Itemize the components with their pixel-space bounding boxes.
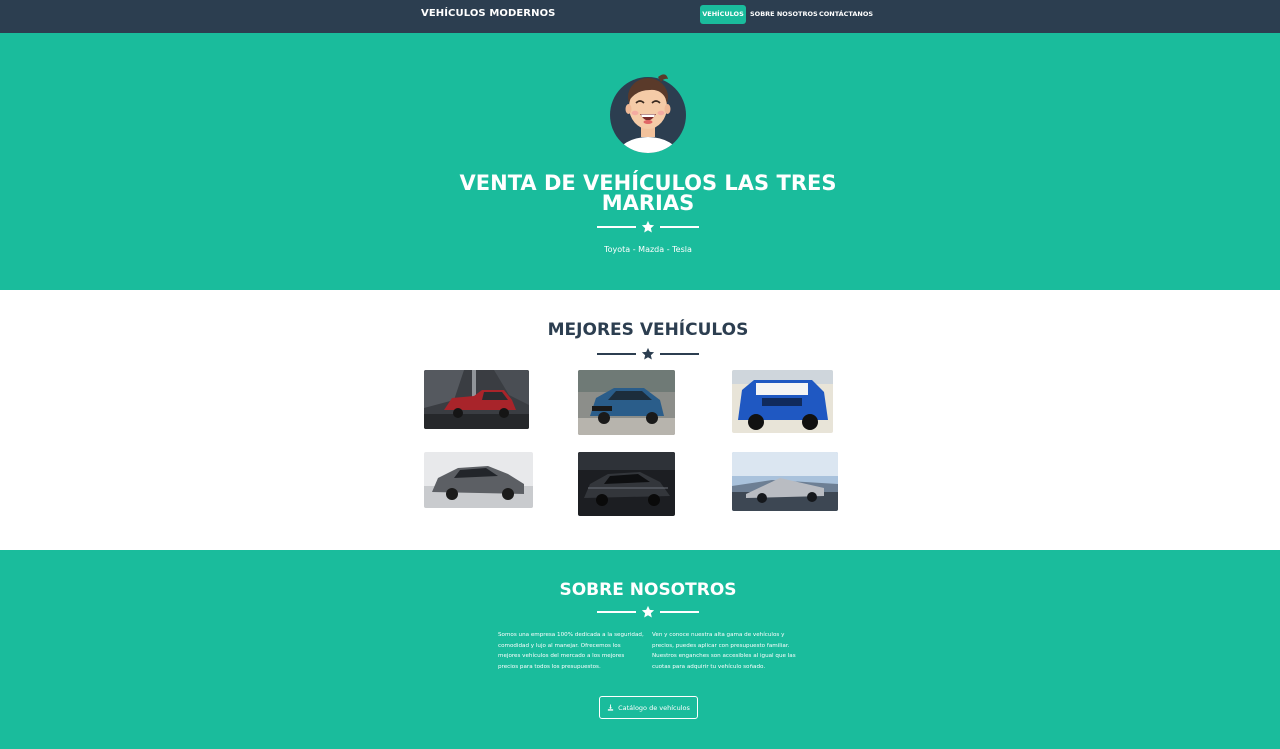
divider-line-left: [597, 353, 636, 355]
portfolio-item-silver-truck[interactable]: [732, 452, 838, 511]
nav-sobre-nosotros[interactable]: SOBRE NOSOTROS: [750, 5, 818, 24]
hero-subtitle: Toyota - Mazda - Tesla: [604, 245, 692, 254]
portfolio-item-blue-offroad[interactable]: [732, 370, 833, 433]
about-title: SOBRE NOSOTROS: [559, 580, 737, 600]
nav-contactanos[interactable]: CONTÁCTANOS: [818, 5, 874, 24]
navbar: VEHÍCULOS MODERNOS VEHÍCULOS SOBRE NOSOT…: [0, 0, 1280, 33]
avatar: [610, 74, 686, 153]
portfolio-item-red-pickup[interactable]: [424, 370, 529, 429]
nav-vehiculos[interactable]: VEHÍCULOS: [700, 5, 746, 24]
car-image-blue-suv: [578, 370, 675, 435]
car-image-red-pickup: [424, 370, 529, 429]
divider-line-left: [597, 226, 636, 228]
portfolio-section: MEJORES VEHÍCULOS: [0, 290, 1280, 550]
about-divider: [597, 605, 699, 619]
car-image-grey-crossover: [424, 452, 533, 508]
divider-line-right: [660, 353, 699, 355]
download-icon: [607, 704, 614, 711]
portfolio-title: MEJORES VEHÍCULOS: [547, 320, 749, 340]
about-text-left: Somos una empresa 100% dedicada a la seg…: [498, 632, 644, 670]
car-image-dark-sedan: [578, 452, 675, 516]
star-icon: [641, 220, 655, 233]
divider-line-right: [660, 226, 699, 228]
about-text-right: Ven y conoce nuestra alta gama de vehícu…: [652, 632, 796, 670]
hero-section: VENTA DE VEHÍCULOS LAS TRES MARIAS Toyot…: [0, 33, 1280, 290]
car-image-silver-truck: [732, 452, 838, 511]
divider-line-left: [597, 611, 636, 613]
portfolio-item-blue-suv[interactable]: [578, 370, 675, 435]
hero-divider: [597, 220, 699, 234]
portfolio-item-dark-sedan[interactable]: [578, 452, 675, 516]
about-section: SOBRE NOSOTROS Somos una empresa 100% de…: [0, 550, 1280, 749]
portfolio-divider: [597, 347, 699, 361]
star-icon: [641, 605, 655, 618]
catalog-button[interactable]: Catálogo de vehículos: [599, 696, 698, 719]
car-image-blue-offroad: [732, 370, 833, 433]
hero-title: VENTA DE VEHÍCULOS LAS TRES MARIAS: [459, 171, 837, 215]
portfolio-item-grey-crossover[interactable]: [424, 452, 533, 508]
star-icon: [641, 347, 655, 360]
catalog-button-label: Catálogo de vehículos: [618, 703, 690, 712]
brand-link[interactable]: VEHÍCULOS MODERNOS: [421, 8, 555, 19]
divider-line-right: [660, 611, 699, 613]
